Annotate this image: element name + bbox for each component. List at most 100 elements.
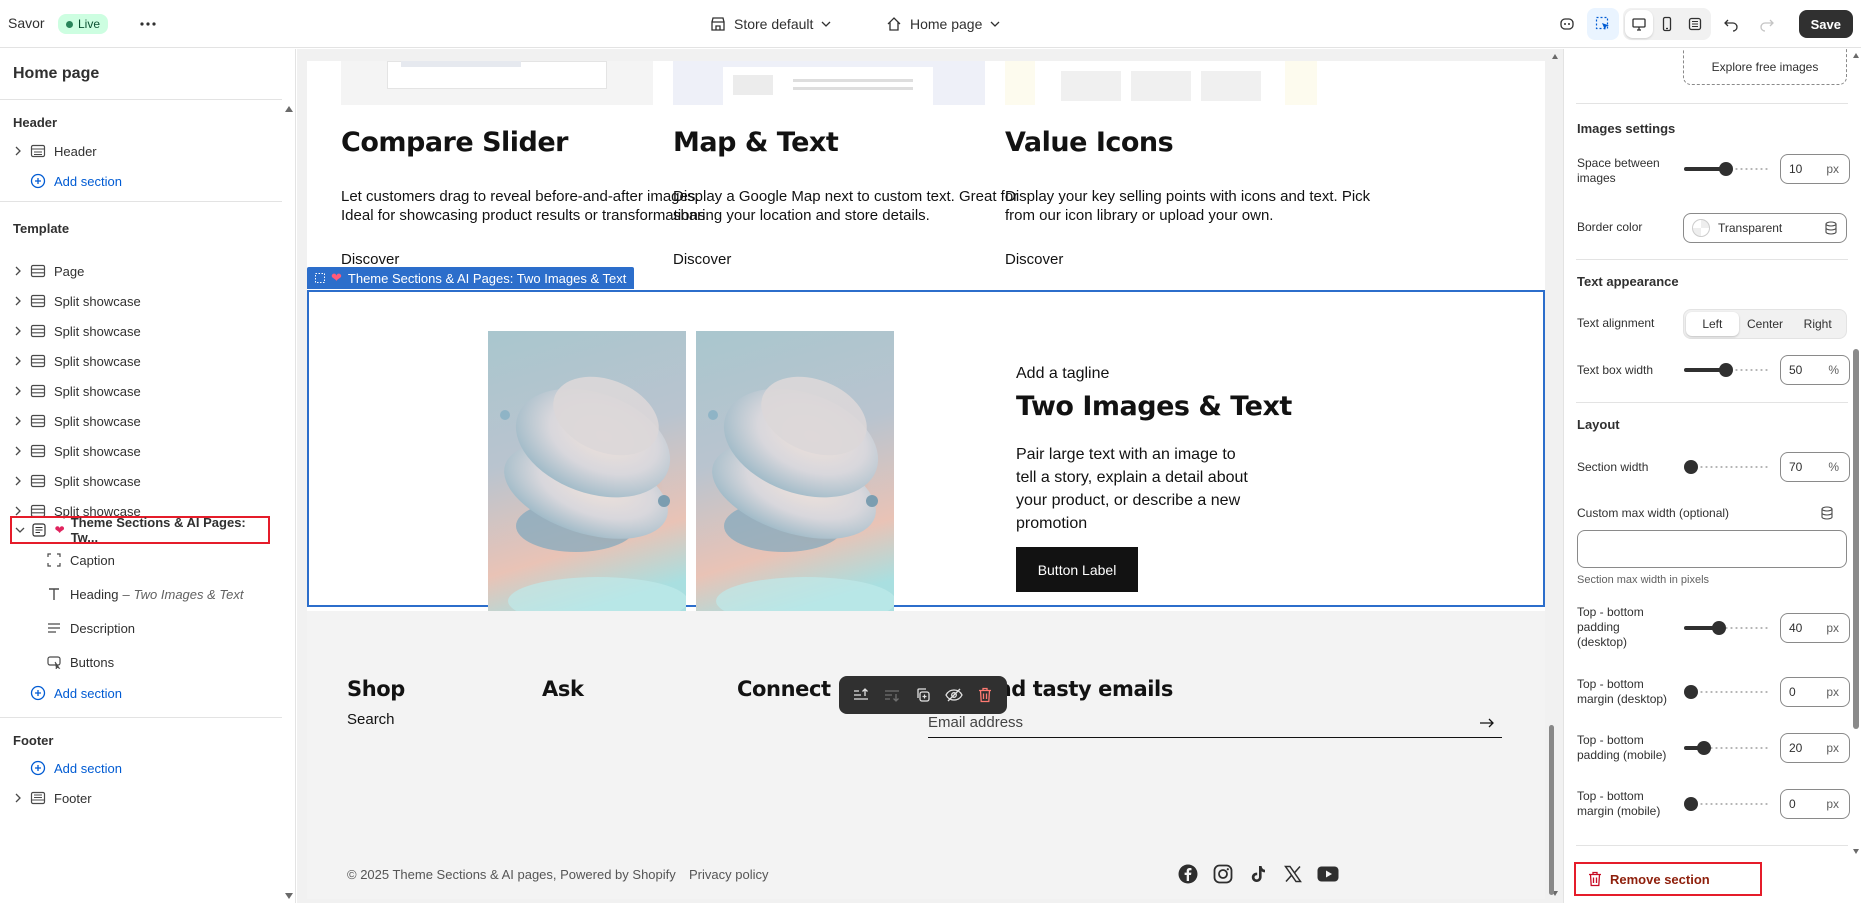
chevron-down-icon[interactable]: [12, 522, 27, 538]
tree-item-selected-section[interactable]: ❤ Theme Sections & AI Pages: Tw...: [10, 515, 270, 545]
chevron-right-icon[interactable]: [10, 293, 26, 309]
align-center-option[interactable]: Center: [1739, 312, 1792, 336]
app-embeds-button[interactable]: [1551, 8, 1583, 40]
section-tagline[interactable]: Add a tagline: [1016, 365, 1109, 383]
section-image-1[interactable]: [488, 331, 686, 627]
page-selector[interactable]: Home page: [886, 12, 1000, 36]
more-options-button[interactable]: [136, 12, 160, 36]
facebook-icon[interactable]: [1177, 863, 1199, 885]
align-right-option[interactable]: Right: [1791, 312, 1844, 336]
text-box-width-input[interactable]: 50%: [1780, 355, 1850, 385]
remove-section-button[interactable]: Remove section: [1574, 862, 1762, 896]
padding-mobile-slider[interactable]: [1684, 741, 1768, 755]
block-buttons[interactable]: Buttons: [46, 648, 276, 676]
slider-handle[interactable]: [1684, 460, 1698, 474]
scroll-up-arrow-icon[interactable]: [284, 105, 294, 113]
block-caption[interactable]: Caption: [46, 546, 276, 574]
space-between-slider[interactable]: [1684, 162, 1768, 176]
tree-item-split-showcase[interactable]: Split showcase: [10, 407, 270, 435]
privacy-policy-link[interactable]: Privacy policy: [689, 867, 768, 882]
space-between-input[interactable]: 10 px: [1780, 154, 1850, 184]
section-tag[interactable]: ❤ Theme Sections & AI Pages: Two Images …: [307, 267, 635, 289]
slider-handle[interactable]: [1719, 162, 1733, 176]
undo-button[interactable]: [1715, 8, 1747, 40]
card-discover-link[interactable]: Discover: [341, 251, 399, 268]
chevron-right-icon[interactable]: [10, 383, 26, 399]
footer-link-search[interactable]: Search: [347, 711, 395, 728]
margin-desktop-label: Top - bottom margin (desktop): [1577, 677, 1668, 706]
tree-item-split-showcase[interactable]: Split showcase: [10, 317, 270, 345]
section-image-2[interactable]: [696, 331, 894, 627]
chevron-right-icon[interactable]: [10, 443, 26, 459]
border-color-picker[interactable]: Transparent: [1683, 213, 1847, 243]
chevron-right-icon[interactable]: [10, 413, 26, 429]
align-left-option[interactable]: Left: [1686, 312, 1739, 336]
newsletter-email-input[interactable]: Email address: [928, 708, 1502, 738]
tree-item-split-showcase[interactable]: Split showcase: [10, 347, 270, 375]
arrow-right-icon[interactable]: [1480, 718, 1494, 728]
tree-item-footer[interactable]: Footer: [10, 784, 270, 812]
slider-handle[interactable]: [1719, 363, 1733, 377]
margin-mobile-input[interactable]: 0 px: [1780, 789, 1850, 819]
section-cta-button[interactable]: Button Label: [1016, 547, 1138, 592]
divider: [1576, 259, 1848, 260]
chevron-right-icon[interactable]: [10, 790, 26, 806]
save-button[interactable]: Save: [1798, 10, 1853, 38]
youtube-icon[interactable]: [1317, 863, 1339, 885]
delete-button[interactable]: [974, 684, 996, 706]
padding-desktop-input[interactable]: 40 px: [1780, 613, 1850, 643]
section-heading[interactable]: Two Images & Text: [1016, 391, 1292, 422]
chevron-right-icon[interactable]: [10, 353, 26, 369]
margin-mobile-slider[interactable]: [1684, 797, 1768, 811]
x-icon[interactable]: [1282, 863, 1304, 885]
redo-button[interactable]: [1751, 8, 1783, 40]
theme-selector[interactable]: Store default: [710, 12, 831, 36]
fullwidth-view-button[interactable]: [1681, 10, 1709, 38]
move-down-button[interactable]: [881, 684, 903, 706]
section-width-input[interactable]: 70%: [1780, 452, 1850, 482]
hide-button[interactable]: [943, 684, 965, 706]
block-heading[interactable]: Heading – Two Images & Text: [46, 580, 276, 608]
database-icon[interactable]: [1824, 221, 1838, 235]
chevron-right-icon[interactable]: [10, 263, 26, 279]
chevron-right-icon[interactable]: [10, 323, 26, 339]
block-description[interactable]: Description: [46, 614, 276, 642]
add-section-header-button[interactable]: Add section: [10, 167, 270, 195]
move-up-button[interactable]: [850, 684, 872, 706]
margin-desktop-slider[interactable]: [1684, 685, 1768, 699]
database-icon[interactable]: [1820, 506, 1834, 520]
slider-handle[interactable]: [1712, 621, 1726, 635]
slider-handle[interactable]: [1684, 797, 1698, 811]
text-box-width-slider[interactable]: [1684, 363, 1768, 377]
padding-desktop-slider[interactable]: [1684, 621, 1768, 635]
tree-item-header[interactable]: Header: [10, 137, 270, 165]
canvas-scrollbar-thumb[interactable]: [1549, 725, 1554, 895]
tiktok-icon[interactable]: [1247, 863, 1269, 885]
settings-scrollbar-thumb[interactable]: [1853, 349, 1859, 729]
tree-item-split-showcase[interactable]: Split showcase: [10, 377, 270, 405]
padding-mobile-input[interactable]: 20 px: [1780, 733, 1850, 763]
instagram-icon[interactable]: [1212, 863, 1234, 885]
chevron-right-icon[interactable]: [10, 473, 26, 489]
section-width-slider[interactable]: [1684, 460, 1768, 474]
slider-handle[interactable]: [1684, 685, 1698, 699]
add-section-template-button[interactable]: Add section: [10, 679, 270, 707]
explore-free-images-button[interactable]: Explore free images: [1683, 49, 1847, 85]
tree-item-split-showcase[interactable]: Split showcase: [10, 437, 270, 465]
duplicate-button[interactable]: [912, 684, 934, 706]
add-section-footer-button[interactable]: Add section: [10, 754, 270, 782]
card-discover-link[interactable]: Discover: [673, 251, 731, 268]
tree-item-split-showcase[interactable]: Split showcase: [10, 467, 270, 495]
tree-item-split-showcase[interactable]: Split showcase: [10, 287, 270, 315]
mobile-view-button[interactable]: [1653, 10, 1681, 38]
desktop-view-button[interactable]: [1624, 10, 1653, 38]
margin-desktop-input[interactable]: 0 px: [1780, 677, 1850, 707]
tree-item-page[interactable]: Page: [10, 257, 270, 285]
slider-handle[interactable]: [1697, 741, 1711, 755]
card-discover-link[interactable]: Discover: [1005, 251, 1063, 268]
section-description[interactable]: Pair large text with an image to tell a …: [1016, 443, 1256, 535]
custom-max-width-input[interactable]: [1577, 530, 1847, 568]
inspector-toggle[interactable]: [1586, 8, 1619, 40]
scroll-down-arrow-icon[interactable]: [284, 892, 294, 900]
chevron-right-icon[interactable]: [10, 143, 26, 159]
